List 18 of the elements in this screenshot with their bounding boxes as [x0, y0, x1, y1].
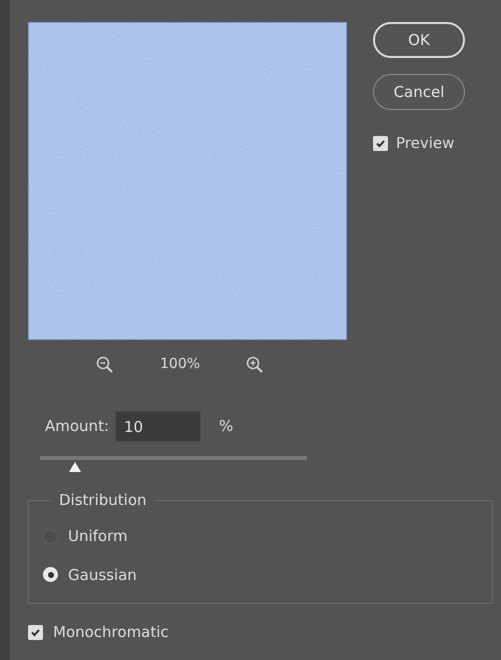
- zoom-out-icon[interactable]: [96, 356, 114, 374]
- amount-field[interactable]: 10: [115, 411, 201, 442]
- radio-label: Gaussian: [68, 564, 137, 586]
- monochromatic-label: Monochromatic: [53, 622, 169, 643]
- checkbox[interactable]: [373, 136, 388, 151]
- zoom-in-icon[interactable]: [246, 356, 264, 374]
- radio-label: Uniform: [68, 526, 128, 547]
- amount-label: Amount:: [45, 416, 109, 438]
- checkbox[interactable]: [28, 624, 43, 640]
- cancel-button[interactable]: Cancel: [373, 74, 465, 110]
- radio-button[interactable]: [43, 567, 58, 582]
- slider-thumb[interactable]: [68, 462, 81, 472]
- percent-unit: %: [219, 416, 234, 438]
- ok-button[interactable]: OK: [373, 22, 465, 58]
- check-icon: [30, 626, 41, 638]
- check-icon: [375, 138, 386, 149]
- preview-label: Preview: [396, 133, 454, 154]
- zoom-level: 100%: [160, 355, 200, 374]
